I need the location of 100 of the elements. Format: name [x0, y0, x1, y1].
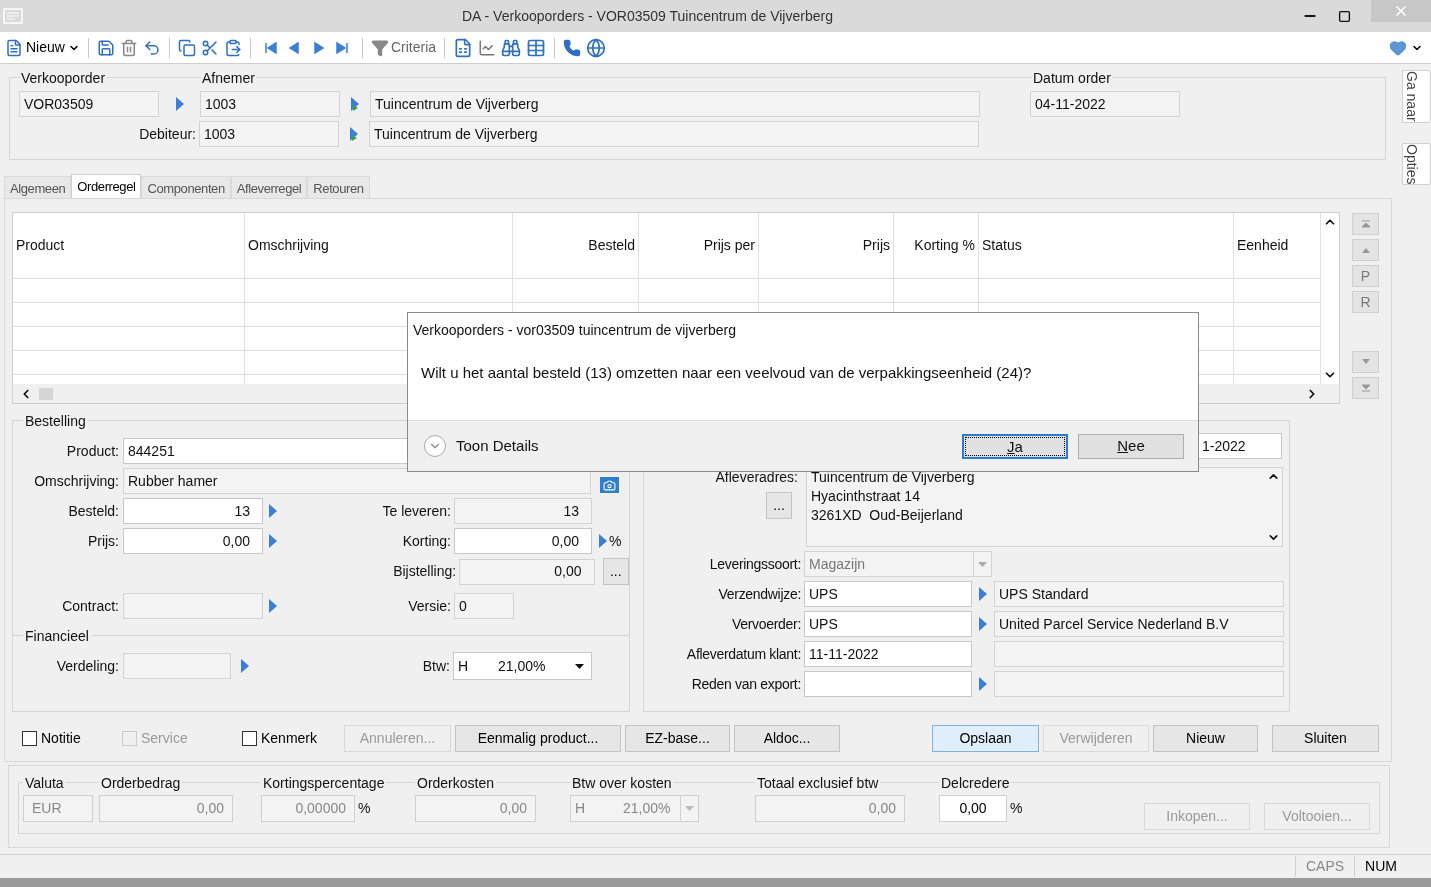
dialog-button[interactable]: Nee	[1078, 433, 1184, 459]
ellipsis-button[interactable]: ...	[602, 558, 629, 585]
tab[interactable]: Componenten	[141, 176, 231, 198]
version-field[interactable]: 0	[454, 593, 514, 619]
delivery-type-select[interactable]: Magazijn	[804, 551, 992, 577]
debtor-name-field[interactable]: Tuincentrum de Vijverberg	[369, 121, 979, 147]
description-field[interactable]: UPS Standard	[994, 581, 1284, 607]
lookup-arrow-icon[interactable]	[349, 126, 359, 142]
lookup-arrow-icon[interactable]	[598, 533, 608, 549]
to-deliver-field[interactable]: 13	[454, 498, 592, 524]
save-icon[interactable]	[96, 38, 115, 57]
column-header[interactable]: Eenheid	[1234, 213, 1321, 278]
option-checkbox[interactable]: Kenmerk	[242, 727, 344, 749]
globe-icon[interactable]	[586, 37, 607, 58]
binoculars-icon[interactable]	[501, 37, 522, 58]
tab[interactable]: Algemeen	[4, 176, 72, 198]
delivery-field[interactable]: 11-11-2022	[804, 641, 972, 667]
total-field[interactable]: 0,00	[939, 795, 1007, 822]
scroll-thumb[interactable]	[39, 387, 53, 400]
field-label: Korting:	[401, 531, 451, 551]
grid-side-button[interactable]: R	[1352, 291, 1379, 313]
side-tab[interactable]: Opties	[1402, 142, 1431, 186]
move-icon	[1360, 246, 1371, 254]
tab[interactable]: Afleverregel	[230, 176, 308, 198]
description-field[interactable]: United Parcel Service Nederland B.V	[994, 611, 1284, 637]
action-button[interactable]: Eenmalig product...	[455, 724, 621, 752]
lookup-arrow-icon[interactable]	[174, 96, 185, 112]
distribution-field[interactable]	[123, 653, 231, 679]
option-checkbox[interactable]: Notitie	[22, 727, 122, 749]
copy-icon[interactable]	[177, 38, 196, 57]
description-field[interactable]	[994, 671, 1284, 697]
discount-field[interactable]: 0,00	[454, 528, 592, 554]
move-row-button[interactable]	[1352, 351, 1379, 373]
description-field[interactable]	[994, 641, 1284, 667]
description-field[interactable]: Rubber hamer	[123, 468, 591, 494]
lookup-arrow-icon[interactable]	[268, 503, 278, 519]
column-header[interactable]: Korting %	[894, 213, 979, 278]
undo-icon[interactable]	[142, 38, 161, 57]
new-dropdown-button[interactable]: Nieuw	[5, 37, 80, 58]
camera-button[interactable]	[600, 477, 619, 493]
phone-icon[interactable]	[563, 38, 582, 57]
price-field[interactable]: 0,00	[123, 528, 263, 554]
delivery-field[interactable]: UPS	[804, 611, 972, 637]
lookup-arrow-icon[interactable]	[978, 616, 988, 632]
lookup-arrow-icon[interactable]	[350, 96, 360, 112]
adjustment-field[interactable]: 0,00	[459, 558, 595, 585]
lookup-arrow-icon[interactable]	[978, 586, 988, 602]
column-header[interactable]: Prijs	[759, 213, 894, 278]
lookup-arrow-icon[interactable]	[240, 658, 250, 674]
vat-select[interactable]: H 21,00%	[453, 652, 592, 680]
move-row-button[interactable]	[1352, 239, 1379, 261]
order-number-field[interactable]: VOR03509	[19, 91, 159, 117]
cut-icon[interactable]	[200, 38, 219, 57]
lookup-arrow-icon[interactable]	[268, 533, 278, 549]
column-header[interactable]: Product	[13, 213, 245, 278]
delivery-date-field[interactable]: 1-2022	[1197, 433, 1282, 459]
move-row-button[interactable]	[1352, 377, 1379, 399]
action-button[interactable]: Aldoc...	[734, 724, 840, 752]
maximize-icon[interactable]	[1338, 9, 1351, 23]
move-row-button[interactable]	[1352, 213, 1379, 235]
criteria-button[interactable]: Criteria	[370, 37, 437, 58]
line-chart-icon[interactable]	[478, 38, 497, 57]
form-button[interactable]: Opslaan	[932, 724, 1039, 752]
caret-icon	[575, 663, 584, 669]
field-label: Reden van export:	[690, 674, 801, 694]
column-header[interactable]: Status	[979, 213, 1234, 278]
delivery-field[interactable]	[804, 671, 972, 697]
side-tab[interactable]: Ga naar	[1402, 70, 1431, 123]
lookup-arrow-icon[interactable]	[268, 598, 278, 614]
field-label: Leveringssoort:	[708, 554, 801, 574]
field-label: Versie:	[407, 596, 451, 616]
contract-field[interactable]	[123, 593, 263, 619]
field-label: Prijs:	[86, 531, 119, 551]
delete-icon[interactable]	[119, 38, 138, 57]
field-label: Te leveren:	[381, 501, 451, 521]
grid-side-button[interactable]: P	[1352, 265, 1379, 287]
action-button[interactable]: EZ-base...	[625, 724, 730, 752]
column-header[interactable]: Besteld	[513, 213, 639, 278]
close-icon	[1393, 3, 1409, 19]
paste-icon[interactable]	[223, 38, 242, 57]
debtor-code-field[interactable]: 1003	[199, 121, 339, 147]
column-header[interactable]: Prijs per	[639, 213, 759, 278]
lookup-arrow-icon[interactable]	[978, 676, 988, 692]
field-label: Afleverdatum klant:	[685, 644, 801, 664]
order-date-field[interactable]: 04-11-2022	[1030, 91, 1180, 117]
form-button[interactable]: Nieuw	[1153, 724, 1258, 752]
dialog-button[interactable]: Ja	[962, 433, 1068, 459]
percent-sign: %	[609, 531, 622, 551]
customer-name-field[interactable]: Tuincentrum de Vijverberg	[370, 91, 980, 117]
tab[interactable]: Retouren	[307, 176, 370, 198]
delivery-field[interactable]: UPS	[804, 581, 972, 607]
tab[interactable]: Orderregel	[71, 174, 142, 198]
ordered-quantity-field[interactable]: 13	[123, 498, 263, 524]
column-header[interactable]: Omschrijving	[245, 213, 513, 278]
ellipsis-button[interactable]: ...	[766, 492, 792, 519]
form-button[interactable]: Sluiten	[1272, 724, 1379, 752]
spreadsheet-icon[interactable]	[453, 37, 474, 58]
app-icon	[3, 8, 23, 24]
customer-code-field[interactable]: 1003	[200, 91, 340, 117]
table-icon[interactable]	[526, 37, 547, 58]
